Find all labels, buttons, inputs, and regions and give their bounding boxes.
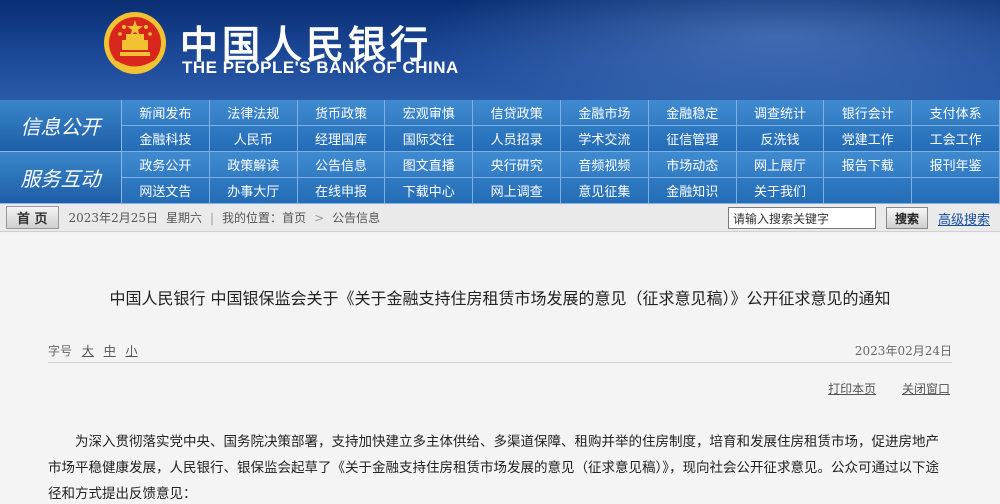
home-button[interactable]: 首 页 bbox=[6, 206, 59, 229]
nav-item[interactable]: 信贷政策 bbox=[473, 100, 561, 126]
current-date: 2023年2月25日 bbox=[68, 211, 158, 225]
nav-item[interactable]: 金融知识 bbox=[648, 178, 737, 204]
close-window-link[interactable]: 关闭窗口 bbox=[902, 382, 950, 396]
nav-item[interactable]: 报刊年鉴 bbox=[912, 152, 1000, 178]
nav-item[interactable]: 下载中心 bbox=[385, 178, 474, 204]
nav-item[interactable]: 银行会计 bbox=[824, 100, 913, 126]
nav-item[interactable]: 金融市场 bbox=[561, 100, 649, 126]
nav-item[interactable]: 报告下载 bbox=[824, 152, 913, 178]
current-weekday: 星期六 bbox=[165, 211, 202, 225]
nav-item[interactable]: 音频视频 bbox=[561, 152, 649, 178]
nav-item[interactable]: 金融科技 bbox=[122, 126, 210, 152]
nav-item[interactable]: 办事大厅 bbox=[209, 178, 298, 204]
nav-item[interactable]: 人员招录 bbox=[473, 126, 561, 152]
nav-item[interactable]: 国际交往 bbox=[385, 126, 474, 152]
search-button[interactable]: 搜索 bbox=[885, 207, 928, 229]
font-size-small[interactable]: 小 bbox=[126, 344, 138, 358]
nav-item[interactable]: 图文直播 bbox=[385, 152, 474, 178]
breadcrumb-bar: 首 页 2023年2月25日 星期六 | 我的位置： 首页 > 公告信息 搜索 … bbox=[0, 204, 1000, 232]
nav-item[interactable]: 宏观审慎 bbox=[385, 100, 474, 126]
location-label: 我的位置： bbox=[222, 211, 283, 225]
nav-item[interactable]: 人民币 bbox=[209, 126, 298, 152]
nav-item[interactable]: 网送文告 bbox=[122, 178, 210, 204]
article-meta: 字号 大 中 小 2023年02月24日 bbox=[48, 339, 952, 363]
nav-item[interactable]: 政务公开 bbox=[122, 152, 210, 178]
nav-item[interactable]: 金融稳定 bbox=[648, 100, 737, 126]
nav-item[interactable]: 调查统计 bbox=[736, 100, 825, 126]
main-navigation: 信息公开 新闻发布 法律法规 货币政策 宏观审慎 信贷政策 金融市场 金融稳定 调查统计 银行会… bbox=[0, 100, 1000, 204]
nav-item[interactable]: 公告信息 bbox=[297, 152, 386, 178]
header-glow bbox=[420, 0, 1000, 100]
nav-item[interactable]: 网上展厅 bbox=[736, 152, 825, 178]
nav-group-label-service: 服务互动 bbox=[0, 152, 122, 204]
print-page-link[interactable]: 打印本页 bbox=[828, 382, 876, 396]
nav-item[interactable]: 征信管理 bbox=[648, 126, 737, 152]
nav-item[interactable]: 新闻发布 bbox=[122, 100, 210, 126]
nav-item[interactable]: 网上调查 bbox=[473, 178, 561, 204]
nav-group-service: 服务互动 政务公开 政策解读 公告信息 图文直播 央行研究 音频视频 市场动态 网上展厅 报告下… bbox=[0, 152, 1000, 204]
nav-group-label-info: 信息公开 bbox=[0, 100, 122, 152]
site-header: 中国人民银行 THE PEOPLE'S BANK OF CHINA bbox=[0, 0, 1000, 100]
font-size-medium[interactable]: 中 bbox=[104, 344, 116, 358]
article-content: 中国人民银行 中国银保监会关于《关于金融支持住房租赁市场发展的意见（征求意见稿）… bbox=[0, 233, 1000, 504]
advanced-search-link[interactable]: 高级搜索 bbox=[938, 209, 990, 228]
breadcrumb-home[interactable]: 首页 bbox=[282, 209, 306, 226]
article-date: 2023年02月24日 bbox=[854, 344, 952, 358]
chevron-right-icon: > bbox=[314, 210, 325, 225]
nav-item bbox=[824, 178, 913, 204]
nav-item[interactable]: 工会工作 bbox=[912, 126, 1000, 152]
national-emblem-icon[interactable] bbox=[102, 10, 168, 76]
font-size-label: 字号 bbox=[48, 344, 73, 358]
nav-item[interactable]: 意见征集 bbox=[561, 178, 649, 204]
article-body: 为深入贯彻落实党中央、国务院决策部署，支持加快建立多主体供给、多渠道保障、租购并… bbox=[48, 434, 939, 502]
nav-item[interactable]: 党建工作 bbox=[824, 126, 913, 152]
nav-grid-info: 新闻发布 法律法规 货币政策 宏观审慎 信贷政策 金融市场 金融稳定 调查统计 银行会计 支付体系… bbox=[122, 100, 1000, 152]
font-size-controls: 字号 大 中 小 bbox=[48, 342, 138, 359]
nav-item[interactable]: 经理国库 bbox=[297, 126, 386, 152]
search-input[interactable] bbox=[727, 207, 876, 229]
nav-item bbox=[912, 178, 1000, 204]
nav-item[interactable]: 政策解读 bbox=[209, 152, 298, 178]
article-title: 中国人民银行 中国银保监会关于《关于金融支持住房租赁市场发展的意见（征求意见稿）… bbox=[109, 289, 891, 308]
nav-item[interactable]: 货币政策 bbox=[297, 100, 386, 126]
nav-item[interactable]: 反洗钱 bbox=[736, 126, 825, 152]
nav-item[interactable]: 央行研究 bbox=[473, 152, 561, 178]
nav-grid-service: 政务公开 政策解读 公告信息 图文直播 央行研究 音频视频 市场动态 网上展厅 报告下载 报刊年鉴… bbox=[122, 152, 1000, 204]
nav-item[interactable]: 市场动态 bbox=[648, 152, 737, 178]
nav-item[interactable]: 关于我们 bbox=[736, 178, 825, 204]
nav-group-info: 信息公开 新闻发布 法律法规 货币政策 宏观审慎 信贷政策 金融市场 金融稳定 调查统计 银行会… bbox=[0, 100, 1000, 152]
nav-item[interactable]: 支付体系 bbox=[912, 100, 1000, 126]
search-area: 搜索 高级搜索 bbox=[727, 207, 990, 229]
nav-item[interactable]: 法律法规 bbox=[209, 100, 298, 126]
bank-name-en: THE PEOPLE'S BANK OF CHINA bbox=[182, 58, 459, 77]
font-size-large[interactable]: 大 bbox=[82, 344, 94, 358]
article-tools: 打印本页 关闭窗口 bbox=[806, 380, 950, 397]
breadcrumb-current[interactable]: 公告信息 bbox=[332, 209, 380, 226]
divider: | bbox=[210, 210, 215, 225]
nav-item[interactable]: 在线申报 bbox=[297, 178, 386, 204]
nav-item[interactable]: 学术交流 bbox=[561, 126, 649, 152]
